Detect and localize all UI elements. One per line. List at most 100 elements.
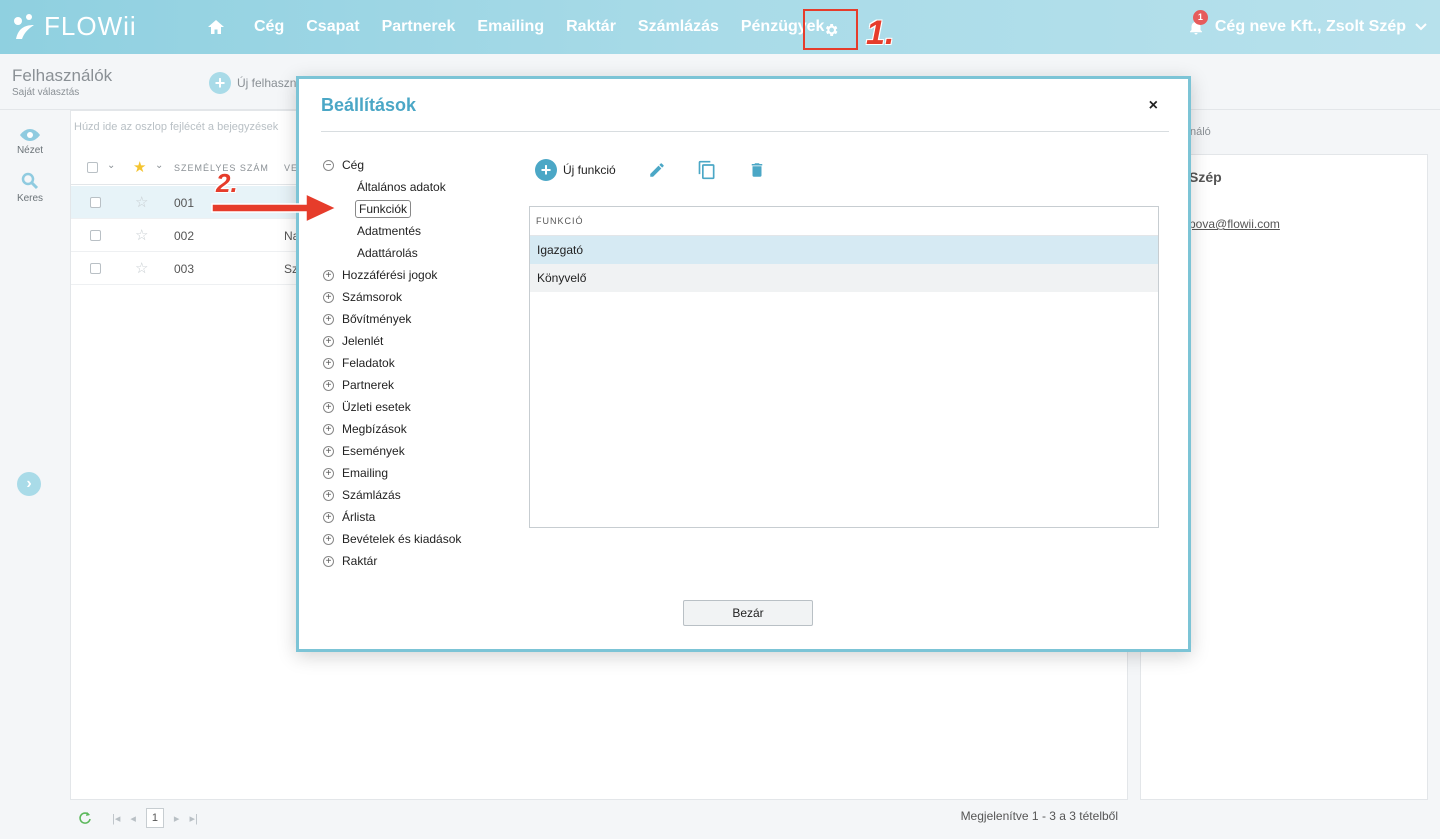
expand-icon[interactable]: + — [323, 291, 334, 303]
row-checkbox[interactable] — [90, 197, 101, 208]
delete-button[interactable] — [746, 159, 768, 181]
detail-tab[interactable]: náló — [1190, 126, 1211, 138]
expand-icon[interactable]: + — [323, 379, 334, 391]
expand-icon[interactable]: + — [323, 313, 334, 325]
expand-icon[interactable]: + — [323, 423, 334, 435]
close-dialog-button[interactable]: Bezár — [683, 600, 813, 626]
divider — [321, 131, 1169, 132]
function-row[interactable]: Igazgató — [530, 236, 1158, 264]
expand-icon[interactable]: + — [323, 335, 334, 347]
tree-node-emailing[interactable]: + Emailing — [323, 466, 388, 480]
new-function-button[interactable]: + Új funkció — [535, 159, 616, 181]
row-number: 002 — [174, 229, 195, 243]
expand-icon[interactable]: + — [323, 357, 334, 369]
tree-node-ceg[interactable]: − Cég — [323, 158, 364, 172]
new-user-button[interactable]: + Új felhaszn — [209, 72, 296, 94]
tree-node-assignments[interactable]: + Megbízások — [323, 422, 407, 436]
annotation-step-1: 1. — [866, 14, 895, 52]
function-row[interactable]: Könyvelő — [530, 264, 1158, 292]
tree-item-backup[interactable]: Adatmentés — [357, 224, 421, 238]
star-outline-icon[interactable]: ☆ — [135, 226, 148, 244]
row-checkbox[interactable] — [90, 230, 101, 241]
expand-icon[interactable]: + — [323, 533, 334, 545]
tree-node-tasks[interactable]: + Feladatok — [323, 356, 395, 370]
prev-page-icon[interactable]: ◂ — [130, 812, 136, 825]
row-number: 001 — [174, 196, 195, 210]
grid-footer: |◂ ◂ 1 ▸ ▸| Megjelenítve 1 - 3 a 3 tétel… — [70, 800, 1128, 839]
expand-sidebar-button[interactable]: › — [17, 472, 41, 496]
nav-item-partnerek[interactable]: Partnerek — [382, 18, 456, 36]
nav-item-ceg[interactable]: Cég — [254, 18, 284, 36]
flowii-logo-icon — [14, 13, 34, 39]
tree-node-events[interactable]: + Események — [323, 444, 405, 458]
tree-node-price-list[interactable]: + Árlista — [323, 510, 375, 524]
nav-item-emailing[interactable]: Emailing — [477, 18, 544, 36]
nav-item-szamlazas[interactable]: Számlázás — [638, 18, 719, 36]
tree-node-warehouse[interactable]: + Raktár — [323, 554, 377, 568]
plus-icon: + — [535, 159, 557, 181]
current-page-input[interactable]: 1 — [145, 808, 164, 828]
first-page-icon[interactable]: |◂ — [112, 812, 120, 825]
copy-icon — [698, 160, 715, 180]
user-email-link[interactable]: pova@flowii.com — [1189, 217, 1280, 231]
tree-node-label: Bővítmények — [342, 312, 412, 326]
functions-table-header[interactable]: FUNKCIÓ — [530, 207, 1158, 236]
pager: |◂ ◂ 1 ▸ ▸| — [78, 808, 208, 828]
collapse-icon[interactable]: − — [323, 159, 334, 171]
row-number: 003 — [174, 262, 195, 276]
tree-node-label: Raktár — [342, 554, 378, 568]
tree-node-label: Számsorok — [342, 290, 403, 304]
expand-icon[interactable]: + — [323, 555, 334, 567]
last-page-icon[interactable]: ▸| — [189, 812, 197, 825]
search-button[interactable]: Keres — [0, 172, 60, 204]
functions-toolbar: + Új funkció — [535, 159, 796, 181]
tree-node-label: Események — [342, 444, 405, 458]
annotation-arrow — [211, 192, 338, 224]
flowii-logo[interactable]: FLOWii — [12, 11, 137, 42]
expand-icon[interactable]: + — [323, 269, 334, 281]
tree-item-storage[interactable]: Adattárolás — [357, 246, 418, 260]
chevron-down-icon[interactable]: ⌄ — [107, 160, 115, 171]
refresh-icon[interactable] — [78, 811, 92, 825]
search-icon — [21, 172, 39, 190]
tree-node-invoicing[interactable]: + Számlázás — [323, 488, 401, 502]
row-checkbox[interactable] — [90, 263, 101, 274]
eye-icon — [20, 129, 40, 141]
tree-node-label: Cég — [342, 158, 365, 172]
tree-node-income-expenses[interactable]: + Bevételek és kiadások — [323, 532, 461, 546]
tree-node-number-series[interactable]: + Számsorok — [323, 290, 402, 304]
tree-node-business-cases[interactable]: + Üzleti esetek — [323, 400, 411, 414]
star-outline-icon[interactable]: ☆ — [135, 259, 148, 277]
expand-icon[interactable]: + — [323, 467, 334, 479]
tree-node-access-rights[interactable]: + Hozzáférési jogok — [323, 268, 437, 282]
tree-node-partners[interactable]: + Partnerek — [323, 378, 394, 392]
expand-icon[interactable]: + — [323, 445, 334, 457]
expand-icon[interactable]: + — [323, 489, 334, 501]
edit-button[interactable] — [646, 159, 668, 181]
settings-button[interactable] — [803, 9, 858, 50]
star-outline-icon[interactable]: ☆ — [135, 193, 148, 211]
expand-icon[interactable]: + — [323, 511, 334, 523]
expand-icon[interactable]: + — [323, 401, 334, 413]
gear-icon — [825, 23, 837, 36]
tree-node-label: Hozzáférési jogok — [342, 268, 438, 282]
copy-button[interactable] — [696, 159, 718, 181]
tree-item-general-data[interactable]: Általános adatok — [357, 180, 446, 194]
main-nav: Cég Csapat Partnerek Emailing Raktár Szá… — [206, 0, 846, 54]
next-page-icon[interactable]: ▸ — [174, 812, 180, 825]
view-button[interactable]: Nézet — [0, 128, 60, 156]
new-user-label: Új felhaszn — [237, 76, 297, 90]
notification-bell-icon[interactable]: 1 — [1187, 10, 1208, 36]
tree-node-attendance[interactable]: + Jelenlét — [323, 334, 383, 348]
select-all-checkbox[interactable] — [87, 162, 98, 173]
star-icon[interactable]: ★ — [133, 158, 146, 176]
nav-item-raktar[interactable]: Raktár — [566, 18, 616, 36]
tree-node-extensions[interactable]: + Bővítmények — [323, 312, 411, 326]
home-icon[interactable] — [206, 17, 226, 37]
tree-item-functions[interactable]: Funkciók — [355, 200, 412, 218]
user-menu[interactable]: 1 Cég neve Kft., Zsolt Szép — [1187, 0, 1428, 54]
chevron-down-icon[interactable]: ⌄ — [155, 160, 163, 171]
tree-node-label: Partnerek — [342, 378, 395, 392]
nav-item-csapat[interactable]: Csapat — [306, 18, 359, 36]
close-icon[interactable]: × — [1149, 97, 1158, 115]
